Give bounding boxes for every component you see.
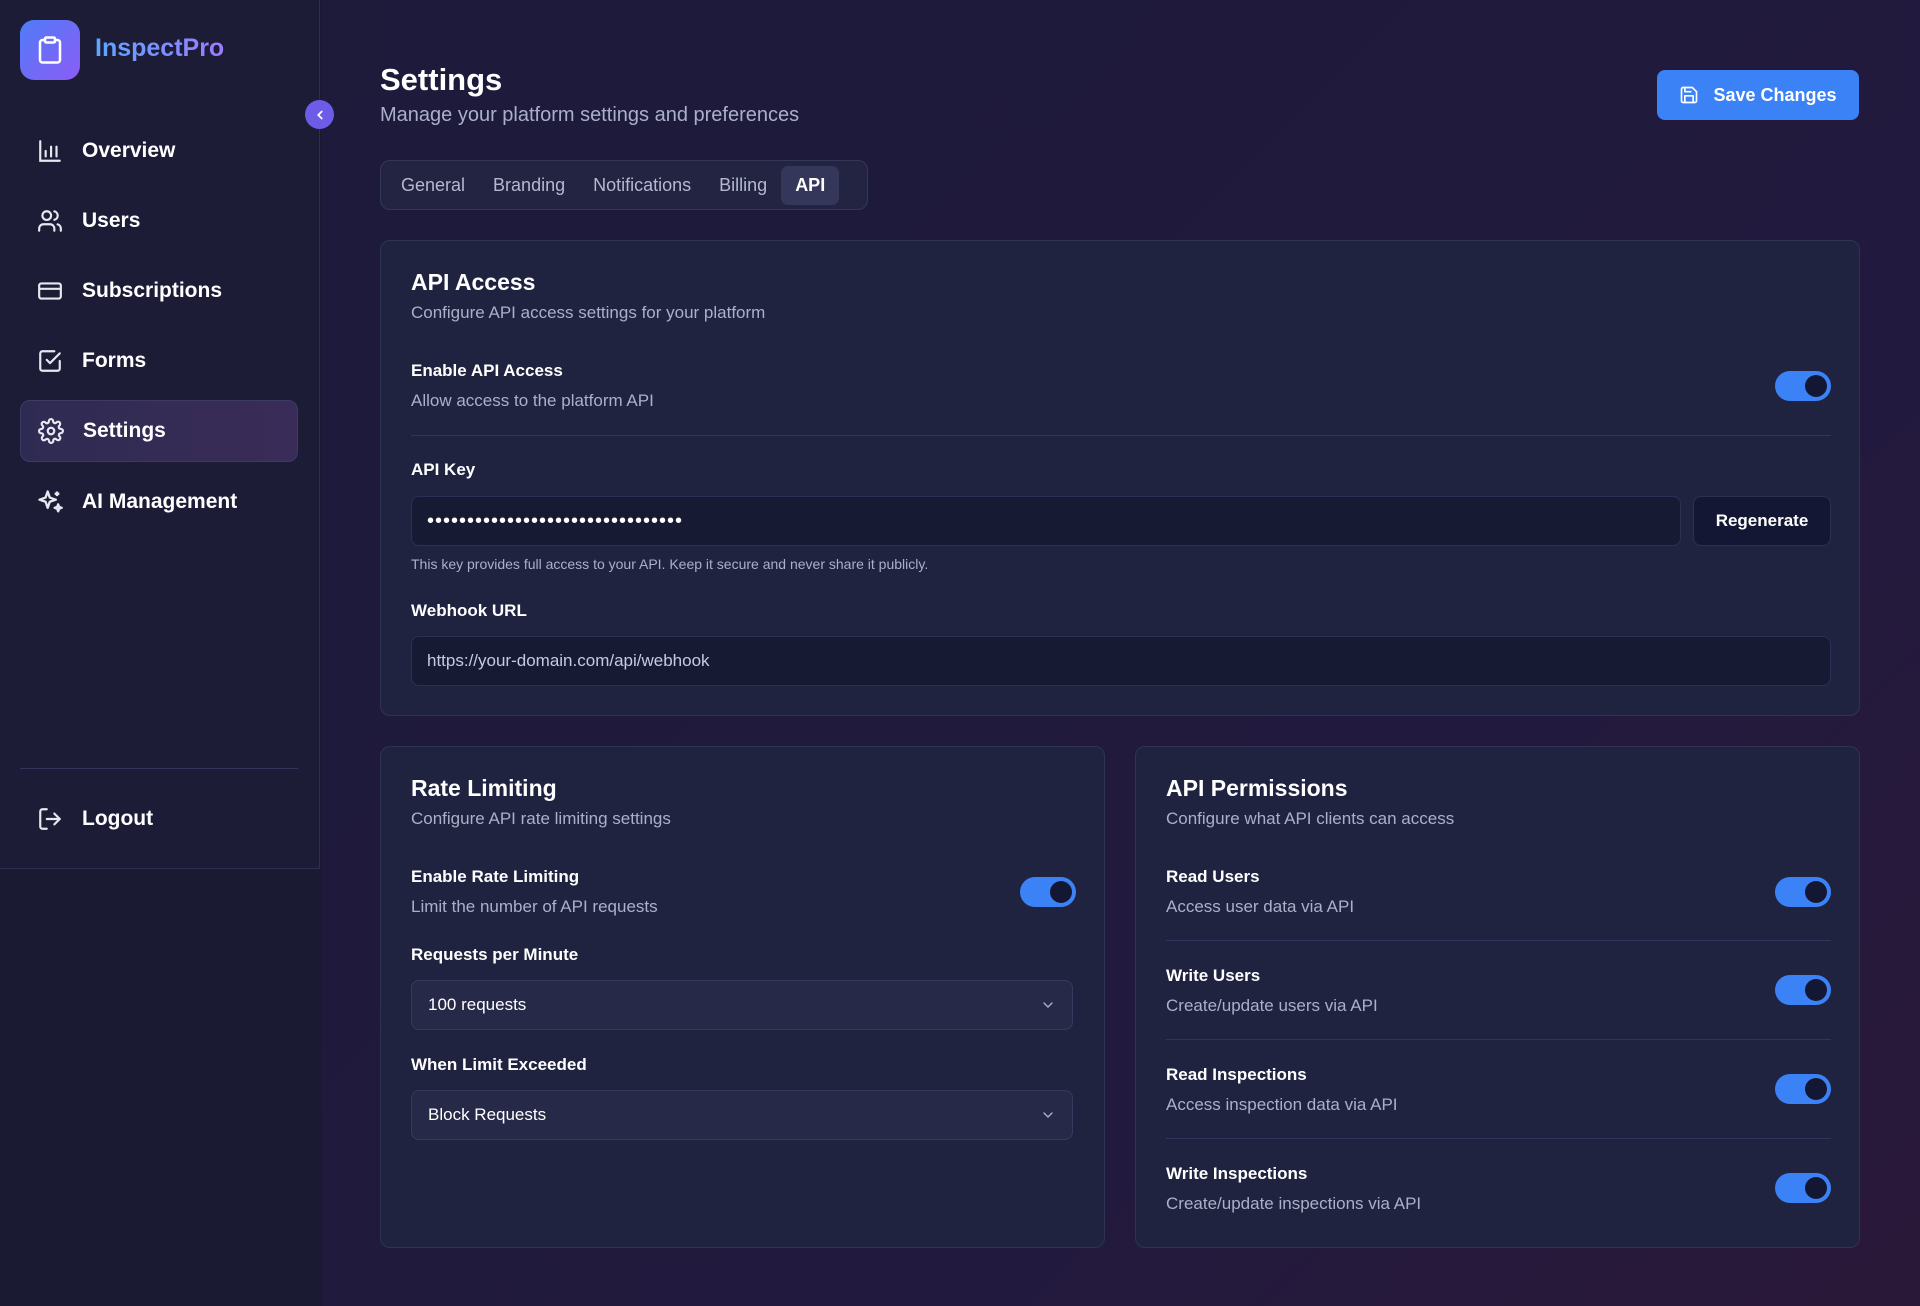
gear-icon (37, 417, 65, 445)
sidebar-item-forms[interactable]: Forms (20, 330, 298, 392)
api-key-label: API Key (411, 460, 476, 479)
sidebar-item-label: Settings (83, 419, 166, 442)
page-title: Settings (380, 62, 503, 97)
enable-api-access-toggle[interactable] (1775, 371, 1831, 401)
sidebar-item-label: AI Management (82, 490, 238, 513)
section-divider (411, 435, 1831, 436)
sidebar-item-label: Subscriptions (82, 279, 223, 302)
when-limit-exceeded-select[interactable]: Block Requests (411, 1090, 1073, 1140)
sidebar-item-subscriptions[interactable]: Subscriptions (20, 260, 298, 322)
users-icon (36, 207, 64, 235)
write-users-toggle[interactable] (1775, 975, 1831, 1005)
section-divider (1166, 940, 1831, 941)
settings-tabs: General Branding Notifications Billing A… (380, 160, 868, 210)
write-users-label: Write Users (1166, 966, 1261, 985)
logout-icon (36, 805, 64, 833)
toggle-knob (1050, 881, 1072, 903)
toggle-knob (1805, 1177, 1827, 1199)
api-key-field[interactable]: •••••••••••••••••••••••••••••••• (411, 496, 1681, 546)
tab-notifications[interactable]: Notifications (579, 166, 705, 205)
credit-card-icon (36, 277, 64, 305)
tab-general[interactable]: General (387, 166, 479, 205)
when-limit-exceeded-label: When Limit Exceeded (411, 1055, 587, 1074)
sidebar-item-overview[interactable]: Overview (20, 120, 298, 182)
api-access-card: API Access Configure API access settings… (380, 240, 1860, 716)
section-divider (1166, 1039, 1831, 1040)
card-subtitle: Configure API rate limiting settings (411, 809, 671, 828)
card-subtitle: Configure API access settings for your p… (411, 303, 766, 322)
webhook-url-input[interactable]: https://your-domain.com/api/webhook (411, 636, 1831, 686)
save-icon (1681, 86, 1698, 104)
enable-api-access-label: Enable API Access (411, 361, 563, 380)
sparkles-icon (36, 488, 64, 516)
card-title: API Permissions (1166, 775, 1348, 801)
enable-rate-limiting-toggle[interactable] (1020, 877, 1076, 907)
write-inspections-description: Create/update inspections via API (1166, 1194, 1422, 1213)
sidebar: InspectPro Overview Users Subscriptions … (0, 0, 320, 869)
card-title: Rate Limiting (411, 775, 557, 801)
sidebar-item-label: Users (82, 209, 141, 232)
sidebar-item-ai-management[interactable]: AI Management (20, 471, 298, 533)
logo (20, 20, 80, 80)
logout-label: Logout (82, 807, 154, 830)
enable-api-access-description: Allow access to the platform API (411, 391, 654, 410)
tab-billing[interactable]: Billing (705, 166, 781, 205)
section-divider (1166, 1138, 1831, 1139)
page-subtitle: Manage your platform settings and prefer… (380, 104, 800, 126)
tab-branding[interactable]: Branding (479, 166, 579, 205)
chevron-down-icon (1043, 1112, 1053, 1118)
rate-limiting-card: Rate Limiting Configure API rate limitin… (380, 746, 1105, 1248)
card-subtitle: Configure what API clients can access (1166, 809, 1455, 828)
sidebar-item-users[interactable]: Users (20, 190, 298, 252)
collapse-sidebar-button[interactable] (305, 100, 334, 129)
requests-per-minute-select[interactable]: 100 requests (411, 980, 1073, 1030)
chevron-left-icon (316, 110, 323, 119)
api-permissions-card: API Permissions Configure what API clien… (1135, 746, 1860, 1248)
read-inspections-toggle[interactable] (1775, 1074, 1831, 1104)
sidebar-item-settings[interactable]: Settings (20, 400, 298, 462)
save-changes-button[interactable]: Save Changes (1657, 70, 1859, 120)
checkbox-icon (36, 347, 64, 375)
save-changes-label: Save Changes (1713, 84, 1837, 105)
read-users-label: Read Users (1166, 867, 1260, 886)
sidebar-item-label: Forms (82, 349, 147, 372)
logout-button[interactable]: Logout (20, 788, 298, 850)
bar-chart-icon (36, 137, 64, 165)
chevron-down-icon (1043, 1002, 1053, 1008)
toggle-knob (1805, 1078, 1827, 1100)
requests-per-minute-value: 100 requests (428, 995, 527, 1014)
enable-rate-limiting-description: Limit the number of API requests (411, 897, 658, 916)
toggle-knob (1805, 881, 1827, 903)
when-limit-exceeded-value: Block Requests (428, 1105, 547, 1124)
write-inspections-toggle[interactable] (1775, 1173, 1831, 1203)
card-title: API Access (411, 269, 536, 295)
app-name: InspectPro (95, 34, 225, 62)
write-users-description: Create/update users via API (1166, 996, 1378, 1015)
sidebar-item-label: Overview (82, 139, 176, 162)
read-users-toggle[interactable] (1775, 877, 1831, 907)
write-inspections-label: Write Inspections (1166, 1164, 1308, 1183)
toggle-knob (1805, 979, 1827, 1001)
webhook-url-label: Webhook URL (411, 601, 527, 620)
read-inspections-label: Read Inspections (1166, 1065, 1307, 1084)
read-inspections-description: Access inspection data via API (1166, 1095, 1398, 1114)
tab-api[interactable]: API (781, 165, 840, 205)
requests-per-minute-label: Requests per Minute (411, 945, 579, 964)
api-key-hint: This key provides full access to your AP… (411, 556, 929, 572)
clipboard-icon (38, 36, 62, 64)
read-users-description: Access user data via API (1166, 897, 1355, 916)
enable-rate-limiting-label: Enable Rate Limiting (411, 867, 580, 886)
sidebar-divider (20, 768, 298, 769)
regenerate-button[interactable]: Regenerate (1693, 496, 1831, 546)
toggle-knob (1805, 375, 1827, 397)
